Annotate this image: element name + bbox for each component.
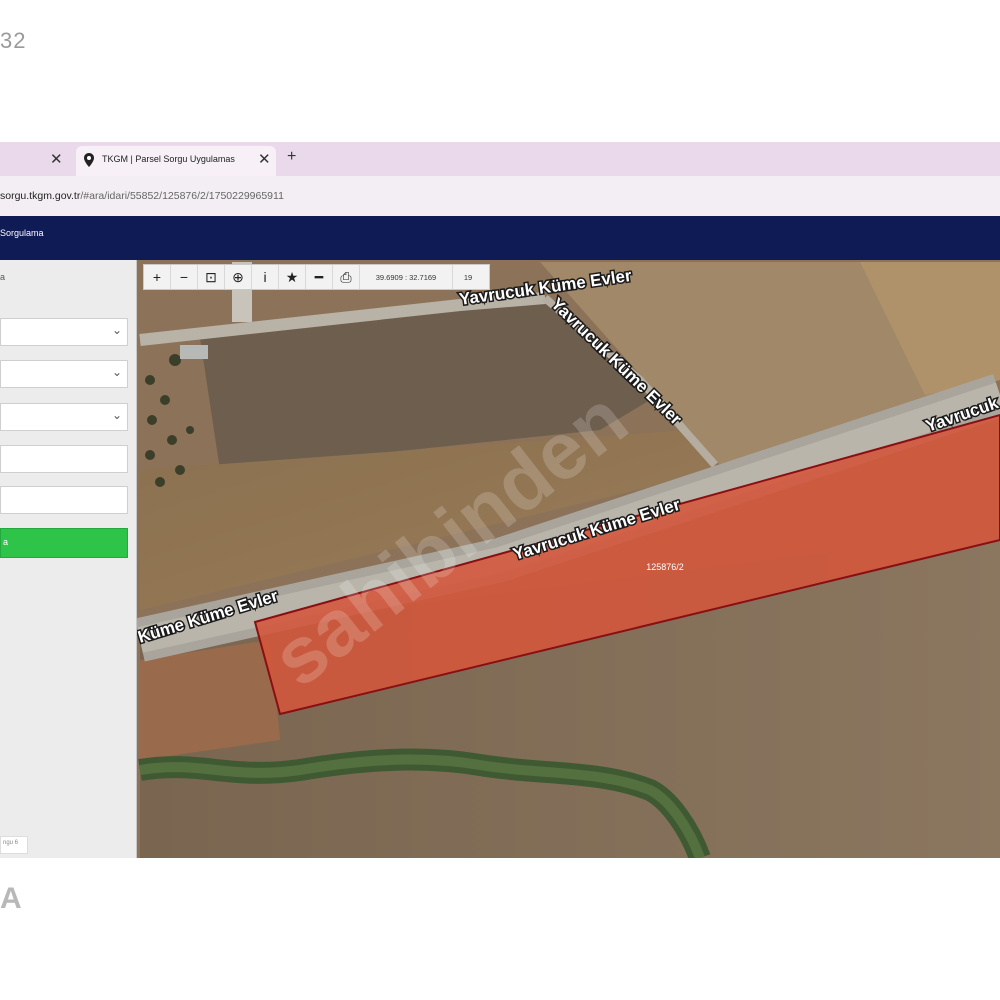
extent-icon[interactable]: ⊡ [198, 265, 225, 289]
url-host: sorgu.tkgm.gov.tr [0, 190, 81, 202]
map-canvas[interactable]: 125876/2 sahibinden Yavrucuk Küme Evler … [137, 260, 1000, 858]
star-icon[interactable]: ★ [279, 265, 306, 289]
chevron-down-icon: ⌄ [111, 408, 122, 422]
corner-number: 32 [0, 28, 27, 53]
url-text[interactable]: sorgu.tkgm.gov.tr/#ara/idari/55852/12587… [0, 190, 284, 202]
zoom-in-icon[interactable]: + [144, 265, 171, 289]
tab-close-icon[interactable]: ✕ [50, 150, 63, 168]
map-toolbar: + − ⊡ ⊕ i ★ ━ ⎙ 39.6909 : 32.7169 19 [143, 264, 490, 290]
corner-letter: A [0, 882, 22, 915]
app-title: Sorgulama [0, 228, 44, 238]
province-select[interactable]: ⌄ [0, 318, 128, 346]
app-header: Sorgulama [0, 216, 1000, 260]
field-southwest [140, 640, 280, 760]
panel-footer-text: ngu 6 [3, 840, 19, 846]
zoom-level: 19 [463, 272, 473, 282]
parcel-label: 125876/2 [646, 562, 684, 572]
new-tab-button[interactable]: + [287, 148, 296, 166]
panel-title: a [0, 272, 6, 282]
info-icon[interactable]: i [252, 265, 279, 289]
zoom-out-icon[interactable]: − [171, 265, 198, 289]
district-select[interactable]: ⌄ [0, 360, 128, 388]
chevron-down-icon: ⌄ [111, 323, 122, 337]
satellite-map[interactable]: 125876/2 sahibinden Yavrucuk Küme Evler … [137, 260, 1000, 858]
locate-icon[interactable]: ⊕ [225, 265, 252, 289]
url-path: /#ara/idari/55852/125876/2/1750229965911 [80, 190, 284, 202]
panel-footer-badge: ngu 6 [0, 836, 28, 854]
tab-title: TKGM | Parsel Sorgu Uygulamas [102, 154, 235, 164]
query-panel: a ⌄ ⌄ ⌄ a ngu 6 [0, 260, 137, 858]
tab-close-icon[interactable]: ✕ [258, 150, 271, 168]
chevron-down-icon: ⌄ [111, 365, 122, 379]
print-icon[interactable]: ⎙ [333, 265, 360, 289]
browser-tab-bar: ✕ TKGM | Parsel Sorgu Uygulamas ✕ + [0, 142, 1000, 176]
neighborhood-select[interactable]: ⌄ [0, 403, 128, 431]
address-bar[interactable]: sorgu.tkgm.gov.tr/#ara/idari/55852/12587… [0, 176, 1000, 216]
query-button[interactable]: a [0, 528, 128, 558]
location-pin-icon [84, 153, 94, 167]
coordinate-readout: 39.6909 : 32.7169 [360, 265, 453, 289]
measure-icon[interactable]: ━ [306, 265, 333, 289]
building [180, 345, 208, 359]
query-button-label: a [3, 537, 9, 547]
tab-tkgm[interactable]: TKGM | Parsel Sorgu Uygulamas ✕ [76, 146, 276, 176]
parcel-input[interactable] [0, 486, 128, 514]
block-input[interactable] [0, 445, 128, 473]
